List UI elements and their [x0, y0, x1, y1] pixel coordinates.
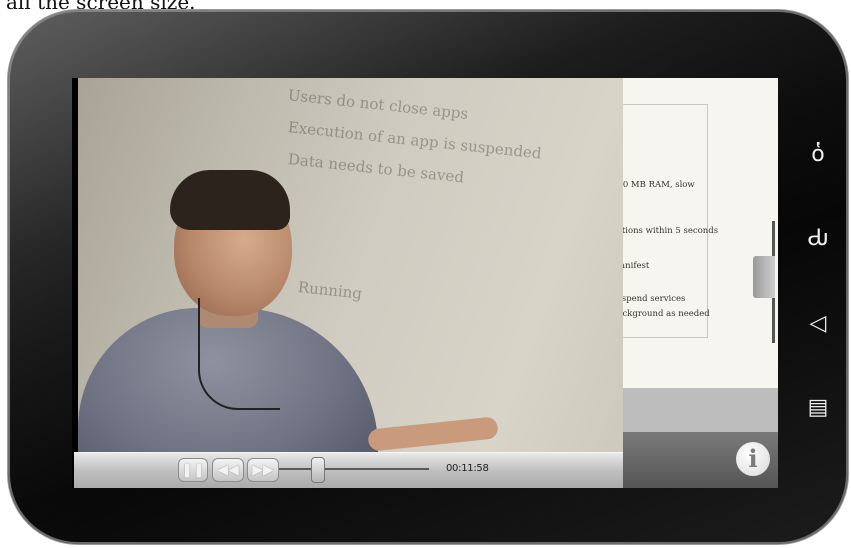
home-hw-button[interactable]: ◁ [804, 311, 832, 336]
slide-line-4: suspend services [612, 294, 686, 304]
fast-forward-icon: ▶▶ [252, 462, 274, 478]
info-button[interactable]: i [736, 442, 770, 476]
seek-track[interactable] [279, 468, 429, 470]
slide-line-1: 200 MB RAM, slow [612, 180, 695, 190]
board-text-1: Users do not close apps [287, 86, 470, 123]
fast-forward-button[interactable]: ▶▶ [247, 458, 279, 482]
rewind-button[interactable]: ◀◀ [212, 458, 244, 482]
menu-icon: ▤ [807, 395, 829, 420]
video-frame: Users do not close apps Execution of an … [78, 78, 623, 452]
pause-button[interactable]: ❚❚ [178, 458, 208, 482]
tablet-screen: 200 MB RAM, slow actions within 5 second… [72, 78, 778, 488]
page: all the screen size. 200 MB RAM, slow ac… [0, 0, 851, 548]
board-text-4: Running [297, 278, 363, 303]
video-player[interactable]: Users do not close apps Execution of an … [72, 78, 623, 488]
search-hw-button[interactable]: о̔ [804, 142, 832, 167]
speaker-hair [170, 170, 290, 230]
player-controls: ❚❚ ◀◀ ▶▶ 00:11:58 [74, 452, 623, 488]
speaker-hand [367, 416, 499, 452]
menu-hw-button[interactable]: ▤ [804, 395, 832, 420]
slide-line-2: actions within 5 seconds [612, 226, 719, 236]
home-icon: ◁ [809, 311, 827, 336]
pause-icon: ❚❚ [181, 462, 205, 478]
time-readout: 00:11:58 [446, 463, 489, 474]
grey-band [623, 388, 778, 432]
back-icon: Ԃ [806, 226, 830, 251]
slide-scrollbar-thumb[interactable] [753, 256, 775, 298]
board-text-3: Data needs to be saved [287, 150, 465, 187]
back-hw-button[interactable]: Ԃ [804, 226, 832, 251]
slide-line-5: background as needed [612, 309, 710, 319]
rewind-icon: ◀◀ [217, 462, 239, 478]
seek-thumb[interactable] [311, 457, 325, 483]
microphone-wire [198, 298, 280, 410]
search-icon: о̔ [811, 142, 825, 167]
